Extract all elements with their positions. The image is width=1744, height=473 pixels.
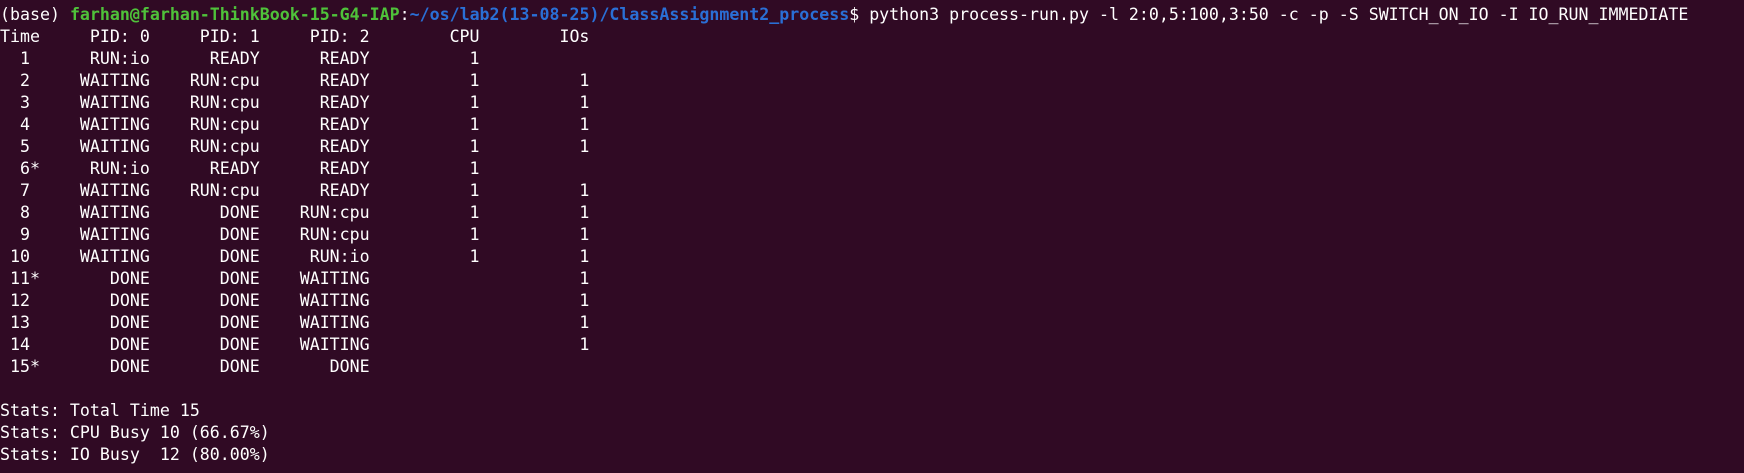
command-text: python3 process-run.py -l 2:0,5:100,3:50… [869,5,1689,24]
prompt-line: (base) farhan@farhan-ThinkBook-15-G4-IAP… [0,4,1744,26]
table-row: 3 WAITING RUN:cpu READY 1 1 [0,93,590,112]
table-row: 12 DONE DONE WAITING 1 [0,291,590,310]
table-row: 9 WAITING DONE RUN:cpu 1 1 [0,225,590,244]
terminal-window[interactable]: (base) farhan@farhan-ThinkBook-15-G4-IAP… [0,0,1744,473]
table-row: 2 WAITING RUN:cpu READY 1 1 [0,71,590,90]
stats-total-time: Stats: Total Time 15 [0,401,200,420]
table-row: 5 WAITING RUN:cpu READY 1 1 [0,137,590,156]
table-header: Time PID: 0 PID: 1 PID: 2 CPU IOs [0,27,590,46]
table-row: 14 DONE DONE WAITING 1 [0,335,590,354]
stats-io-busy: Stats: IO Busy 12 (80.00%) [0,445,270,464]
conda-env: (base) [0,5,70,24]
table-row: 1 RUN:io READY READY 1 [0,49,480,68]
table-row: 7 WAITING RUN:cpu READY 1 1 [0,181,590,200]
stats-cpu-busy: Stats: CPU Busy 10 (66.67%) [0,423,270,442]
current-path: ~/os/lab2(13-08-25)/ClassAssignment2_pro… [409,5,850,24]
user-host: farhan@farhan-ThinkBook-15-G4-IAP [69,5,400,24]
table-row: 13 DONE DONE WAITING 1 [0,313,590,332]
table-row: 6* RUN:io READY READY 1 [0,159,480,178]
table-row: 10 WAITING DONE RUN:io 1 1 [0,247,590,266]
table-row: 4 WAITING RUN:cpu READY 1 1 [0,115,590,134]
table-row: 11* DONE DONE WAITING 1 [0,269,590,288]
table-row: 15* DONE DONE DONE [0,357,370,376]
prompt-separator: : [399,5,410,24]
prompt-symbol: $ [849,5,870,24]
table-row: 8 WAITING DONE RUN:cpu 1 1 [0,203,590,222]
